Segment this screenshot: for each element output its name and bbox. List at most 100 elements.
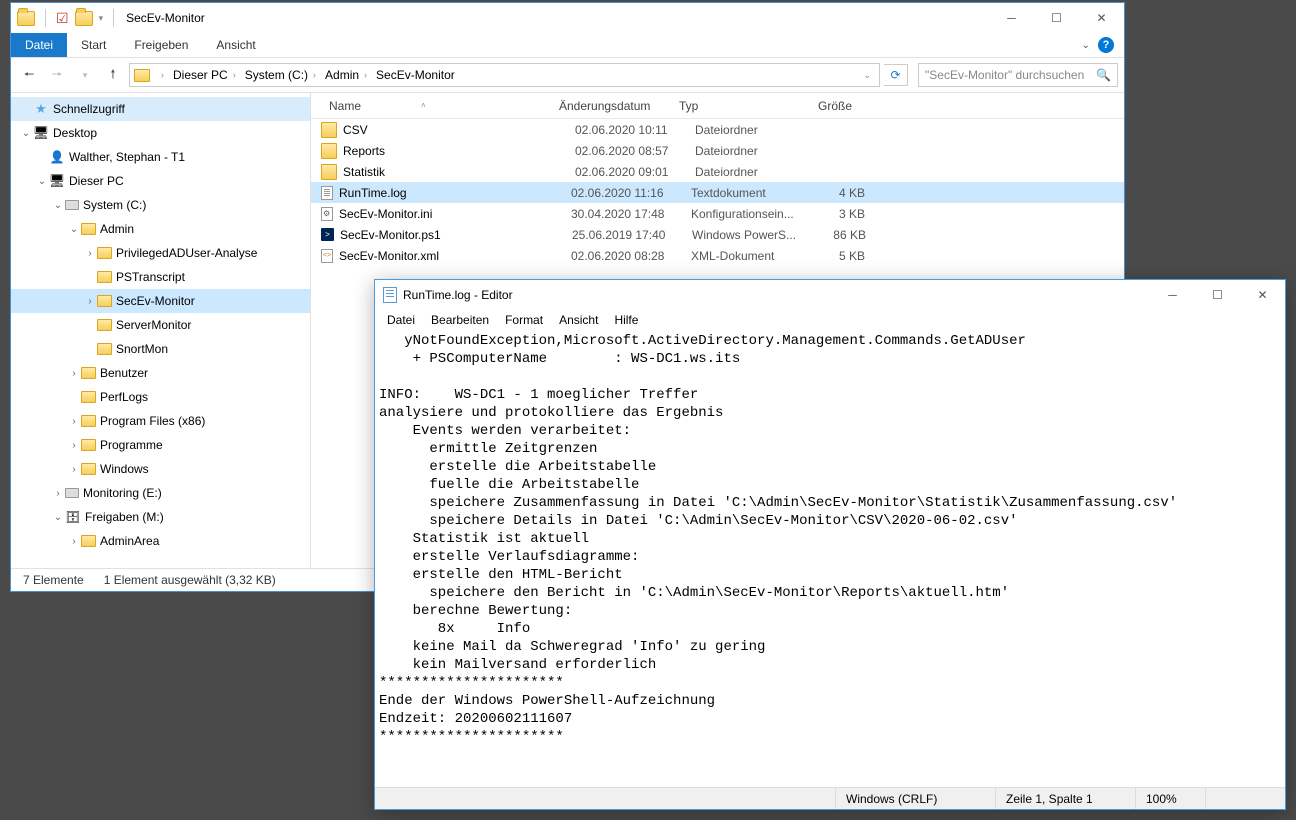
- tree-item[interactable]: ›AdminArea: [11, 529, 310, 553]
- maximize-button[interactable]: ☐: [1195, 281, 1240, 310]
- tree-item[interactable]: ›Benutzer: [11, 361, 310, 385]
- file-row[interactable]: Reports02.06.2020 08:57Dateiordner: [311, 140, 1124, 161]
- expand-icon[interactable]: ›: [67, 440, 81, 451]
- properties-icon[interactable]: ☑: [56, 10, 69, 27]
- tab-view[interactable]: Ansicht: [202, 33, 269, 57]
- tab-file[interactable]: Datei: [11, 33, 67, 57]
- minimize-button[interactable]: ─: [989, 4, 1034, 33]
- minimize-button[interactable]: ─: [1150, 281, 1195, 310]
- file-row[interactable]: SecEv-Monitor.xml02.06.2020 08:28XML-Dok…: [311, 245, 1124, 266]
- menu-format[interactable]: Format: [499, 311, 549, 329]
- file-name: Statistik: [343, 165, 567, 179]
- expand-icon[interactable]: ›: [83, 248, 97, 259]
- tree-item[interactable]: ServerMonitor: [11, 313, 310, 337]
- expand-icon[interactable]: ›: [51, 488, 65, 499]
- tree-item[interactable]: PerfLogs: [11, 385, 310, 409]
- qat-dropdown-icon[interactable]: ▾: [99, 13, 104, 24]
- folder-icon: [97, 319, 112, 331]
- tab-share[interactable]: Freigeben: [120, 33, 202, 57]
- search-input[interactable]: "SecEv-Monitor" durchsuchen 🔍: [918, 63, 1118, 87]
- file-row[interactable]: RunTime.log02.06.2020 11:16Textdokument4…: [311, 182, 1124, 203]
- crumb-admin: Admin›: [323, 68, 372, 82]
- ribbon-expand-icon[interactable]: ⌄: [1082, 40, 1090, 51]
- close-button[interactable]: ✕: [1240, 281, 1285, 310]
- explorer-titlebar[interactable]: ☑ ▾ SecEv-Monitor ─ ☐ ✕: [11, 3, 1124, 33]
- expand-icon[interactable]: ⌄: [19, 128, 33, 139]
- tree-item[interactable]: ›Programme: [11, 433, 310, 457]
- folder-icon: [81, 391, 96, 403]
- file-date: 02.06.2020 09:01: [567, 165, 687, 179]
- address-dropdown-icon[interactable]: ⌄: [863, 70, 875, 81]
- expand-icon[interactable]: ⌄: [67, 224, 81, 235]
- tab-start[interactable]: Start: [67, 33, 120, 57]
- notepad-text-area[interactable]: yNotFoundException,Microsoft.ActiveDirec…: [375, 330, 1285, 787]
- expand-icon[interactable]: ›: [67, 368, 81, 379]
- tree-item[interactable]: PSTranscript: [11, 265, 310, 289]
- tree-item[interactable]: › PrivilegedADUser-Analyse: [11, 241, 310, 265]
- file-name: Reports: [343, 144, 567, 158]
- menu-view[interactable]: Ansicht: [553, 311, 604, 329]
- tree-item-label: PrivilegedADUser-Analyse: [116, 246, 257, 260]
- file-date: 25.06.2019 17:40: [564, 228, 684, 242]
- file-name: SecEv-Monitor.ps1: [340, 228, 564, 242]
- recent-dropdown[interactable]: ▾: [73, 63, 97, 87]
- menu-file[interactable]: Datei: [381, 311, 421, 329]
- tree-item[interactable]: ›Windows: [11, 457, 310, 481]
- tree-item[interactable]: ›SecEv-Monitor: [11, 289, 310, 313]
- tree-item[interactable]: ›Program Files (x86): [11, 409, 310, 433]
- expand-icon[interactable]: ⌄: [35, 176, 49, 187]
- expand-icon[interactable]: ›: [83, 296, 97, 307]
- tree-item[interactable]: Schnellzugriff: [11, 97, 310, 121]
- tree-item[interactable]: ⌄Dieser PC: [11, 169, 310, 193]
- tree-item[interactable]: ⌄Freigaben (M:): [11, 505, 310, 529]
- column-headers[interactable]: Name˄ Änderungsdatum Typ Größe: [311, 93, 1124, 119]
- maximize-button[interactable]: ☐: [1034, 4, 1079, 33]
- tree-item[interactable]: ⌄System (C:): [11, 193, 310, 217]
- file-row[interactable]: SecEv-Monitor.ps125.06.2019 17:40Windows…: [311, 224, 1124, 245]
- tree-item-label: PerfLogs: [100, 390, 148, 404]
- file-date: 02.06.2020 10:11: [567, 123, 687, 137]
- navigation-tree[interactable]: Schnellzugriff⌄DesktopWalther, Stephan -…: [11, 93, 311, 568]
- tree-item[interactable]: Walther, Stephan - T1: [11, 145, 310, 169]
- tree-item[interactable]: ⌄Desktop: [11, 121, 310, 145]
- file-row[interactable]: Statistik02.06.2020 09:01Dateiordner: [311, 161, 1124, 182]
- file-size: 4 KB: [803, 186, 865, 200]
- user-icon: [49, 149, 65, 165]
- up-button[interactable]: 🠕: [101, 63, 125, 87]
- help-icon[interactable]: ?: [1098, 37, 1114, 53]
- header-name: Name˄: [321, 99, 551, 113]
- expand-icon[interactable]: ⌄: [51, 512, 65, 523]
- address-bar[interactable]: › Dieser PC› System (C:)› Admin› SecEv-M…: [129, 63, 880, 87]
- back-button[interactable]: 🠔: [17, 63, 41, 87]
- file-type: Dateiordner: [687, 144, 807, 158]
- tree-item[interactable]: ⌄Admin: [11, 217, 310, 241]
- expand-icon[interactable]: ›: [67, 416, 81, 427]
- folder-icon: [321, 164, 337, 180]
- notepad-icon: [383, 287, 397, 303]
- tree-item[interactable]: SnortMon: [11, 337, 310, 361]
- forward-button[interactable]: 🠖: [45, 63, 69, 87]
- xml-icon: [321, 249, 333, 263]
- menu-edit[interactable]: Bearbeiten: [425, 311, 495, 329]
- crumb-folder: SecEv-Monitor: [374, 68, 457, 82]
- file-name: RunTime.log: [339, 186, 563, 200]
- net-icon: [65, 509, 81, 525]
- notepad-titlebar[interactable]: RunTime.log - Editor ─ ☐ ✕: [375, 280, 1285, 310]
- notepad-menu: Datei Bearbeiten Format Ansicht Hilfe: [375, 310, 1285, 330]
- header-date[interactable]: Änderungsdatum: [551, 99, 671, 113]
- expand-icon[interactable]: ⌄: [51, 200, 65, 211]
- refresh-button[interactable]: ⟳: [884, 64, 908, 86]
- tree-item[interactable]: ›Monitoring (E:): [11, 481, 310, 505]
- expand-icon[interactable]: ›: [67, 536, 81, 547]
- file-row[interactable]: SecEv-Monitor.ini30.04.2020 17:48Konfigu…: [311, 203, 1124, 224]
- header-type[interactable]: Typ: [671, 99, 791, 113]
- folder-icon: [81, 223, 96, 235]
- file-row[interactable]: CSV02.06.2020 10:11Dateiordner: [311, 119, 1124, 140]
- menu-help[interactable]: Hilfe: [608, 311, 644, 329]
- header-size[interactable]: Größe: [791, 99, 861, 113]
- expand-icon[interactable]: ›: [67, 464, 81, 475]
- new-folder-icon[interactable]: [75, 11, 93, 26]
- file-size: 3 KB: [803, 207, 865, 221]
- close-button[interactable]: ✕: [1079, 4, 1124, 33]
- folder-icon: [81, 535, 96, 547]
